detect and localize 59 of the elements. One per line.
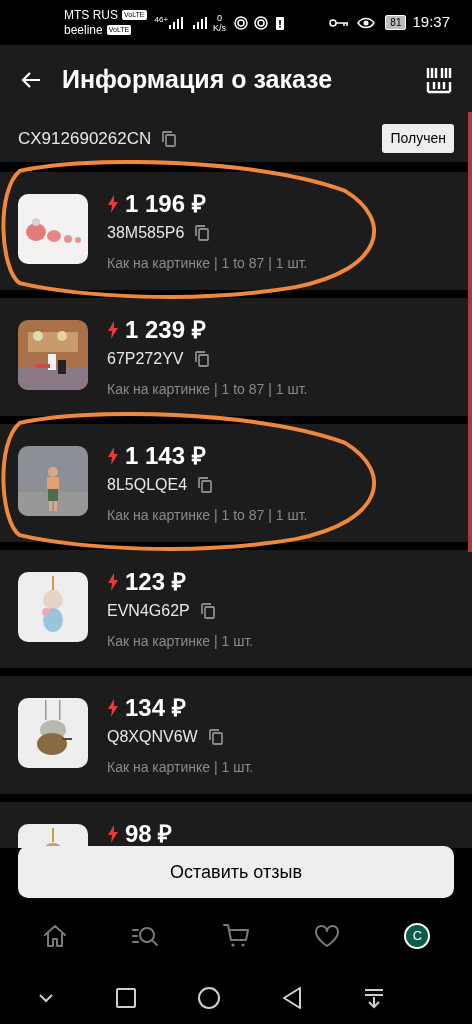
copy-icon[interactable] — [161, 129, 178, 148]
item-options: Как на картинке | 1 шт. — [107, 757, 254, 778]
heart-icon[interactable] — [313, 923, 342, 949]
item-options: Как на картинке | 1 шт. — [107, 631, 254, 652]
signal-icon — [169, 16, 184, 29]
carrier-name: MTS RUS — [64, 7, 118, 23]
pull-down-icon[interactable] — [363, 987, 385, 1009]
item-options: Как на картинке | 1 to 87 | 1 шт. — [107, 505, 308, 526]
back-triangle-icon[interactable] — [281, 986, 303, 1010]
square-icon[interactable] — [115, 987, 137, 1009]
carrier-name: beeline — [64, 22, 103, 38]
copy-icon[interactable] — [194, 224, 211, 242]
order-item-card[interactable]: 98 ₽ — [0, 802, 472, 848]
barcode-icon[interactable] — [426, 66, 452, 94]
lightning-icon — [107, 825, 119, 843]
copy-icon[interactable] — [199, 602, 216, 620]
back-arrow-icon[interactable] — [20, 70, 42, 90]
page-title: Информация о заказе — [62, 64, 333, 96]
item-code: 8L5QLQE4 — [107, 475, 188, 495]
item-code: Q8XQNV6W — [107, 727, 198, 747]
home-icon[interactable] — [41, 923, 68, 949]
lightning-icon — [107, 195, 119, 213]
copy-icon[interactable] — [197, 476, 214, 494]
eye-icon — [357, 16, 376, 29]
battery-level: 81 — [385, 15, 407, 30]
lightning-icon — [107, 699, 119, 717]
cart-icon[interactable] — [221, 923, 250, 949]
battery-alert-icon — [276, 15, 285, 30]
lightning-icon — [107, 573, 119, 591]
item-options: Как на картинке | 1 to 87 | 1 шт. — [107, 379, 308, 400]
order-item-card[interactable]: 134 ₽ Q8XQNV6W Как на картинке | 1 шт. — [0, 676, 472, 794]
item-price: 1 143 ₽ — [125, 442, 206, 470]
order-number: CX912690262CN — [18, 127, 152, 150]
lightning-icon — [107, 321, 119, 339]
circle-icon[interactable] — [197, 986, 221, 1010]
speed-value: 0 — [217, 12, 223, 23]
avatar[interactable]: C — [404, 923, 431, 949]
copy-icon[interactable] — [193, 350, 210, 368]
chevron-down-icon[interactable] — [37, 992, 55, 1004]
item-code: 38M585P6 — [107, 223, 185, 243]
item-options: Как на картинке | 1 to 87 | 1 шт. — [107, 253, 308, 274]
network-type: 46+ — [154, 14, 169, 26]
lightning-icon — [107, 447, 119, 465]
item-code: 67P272YV — [107, 349, 184, 369]
signal-icon — [193, 16, 208, 29]
item-price: 1 196 ₽ — [125, 190, 206, 218]
item-price: 123 ₽ — [125, 568, 186, 596]
target-icon — [254, 15, 269, 30]
item-price: 134 ₽ — [125, 694, 186, 722]
item-price: 1 239 ₽ — [125, 316, 206, 344]
order-item-card[interactable]: 123 ₽ EVN4G62P Как на картинке | 1 шт. — [0, 550, 472, 668]
speed-unit: K/s — [213, 22, 227, 33]
item-code: EVN4G62P — [107, 601, 190, 621]
clock: 19:37 — [412, 12, 450, 33]
copy-icon[interactable] — [207, 728, 224, 746]
key-icon — [329, 17, 350, 28]
status-badge: Получен — [382, 124, 454, 153]
target-icon — [234, 15, 249, 30]
item-price: 98 ₽ — [125, 820, 173, 848]
